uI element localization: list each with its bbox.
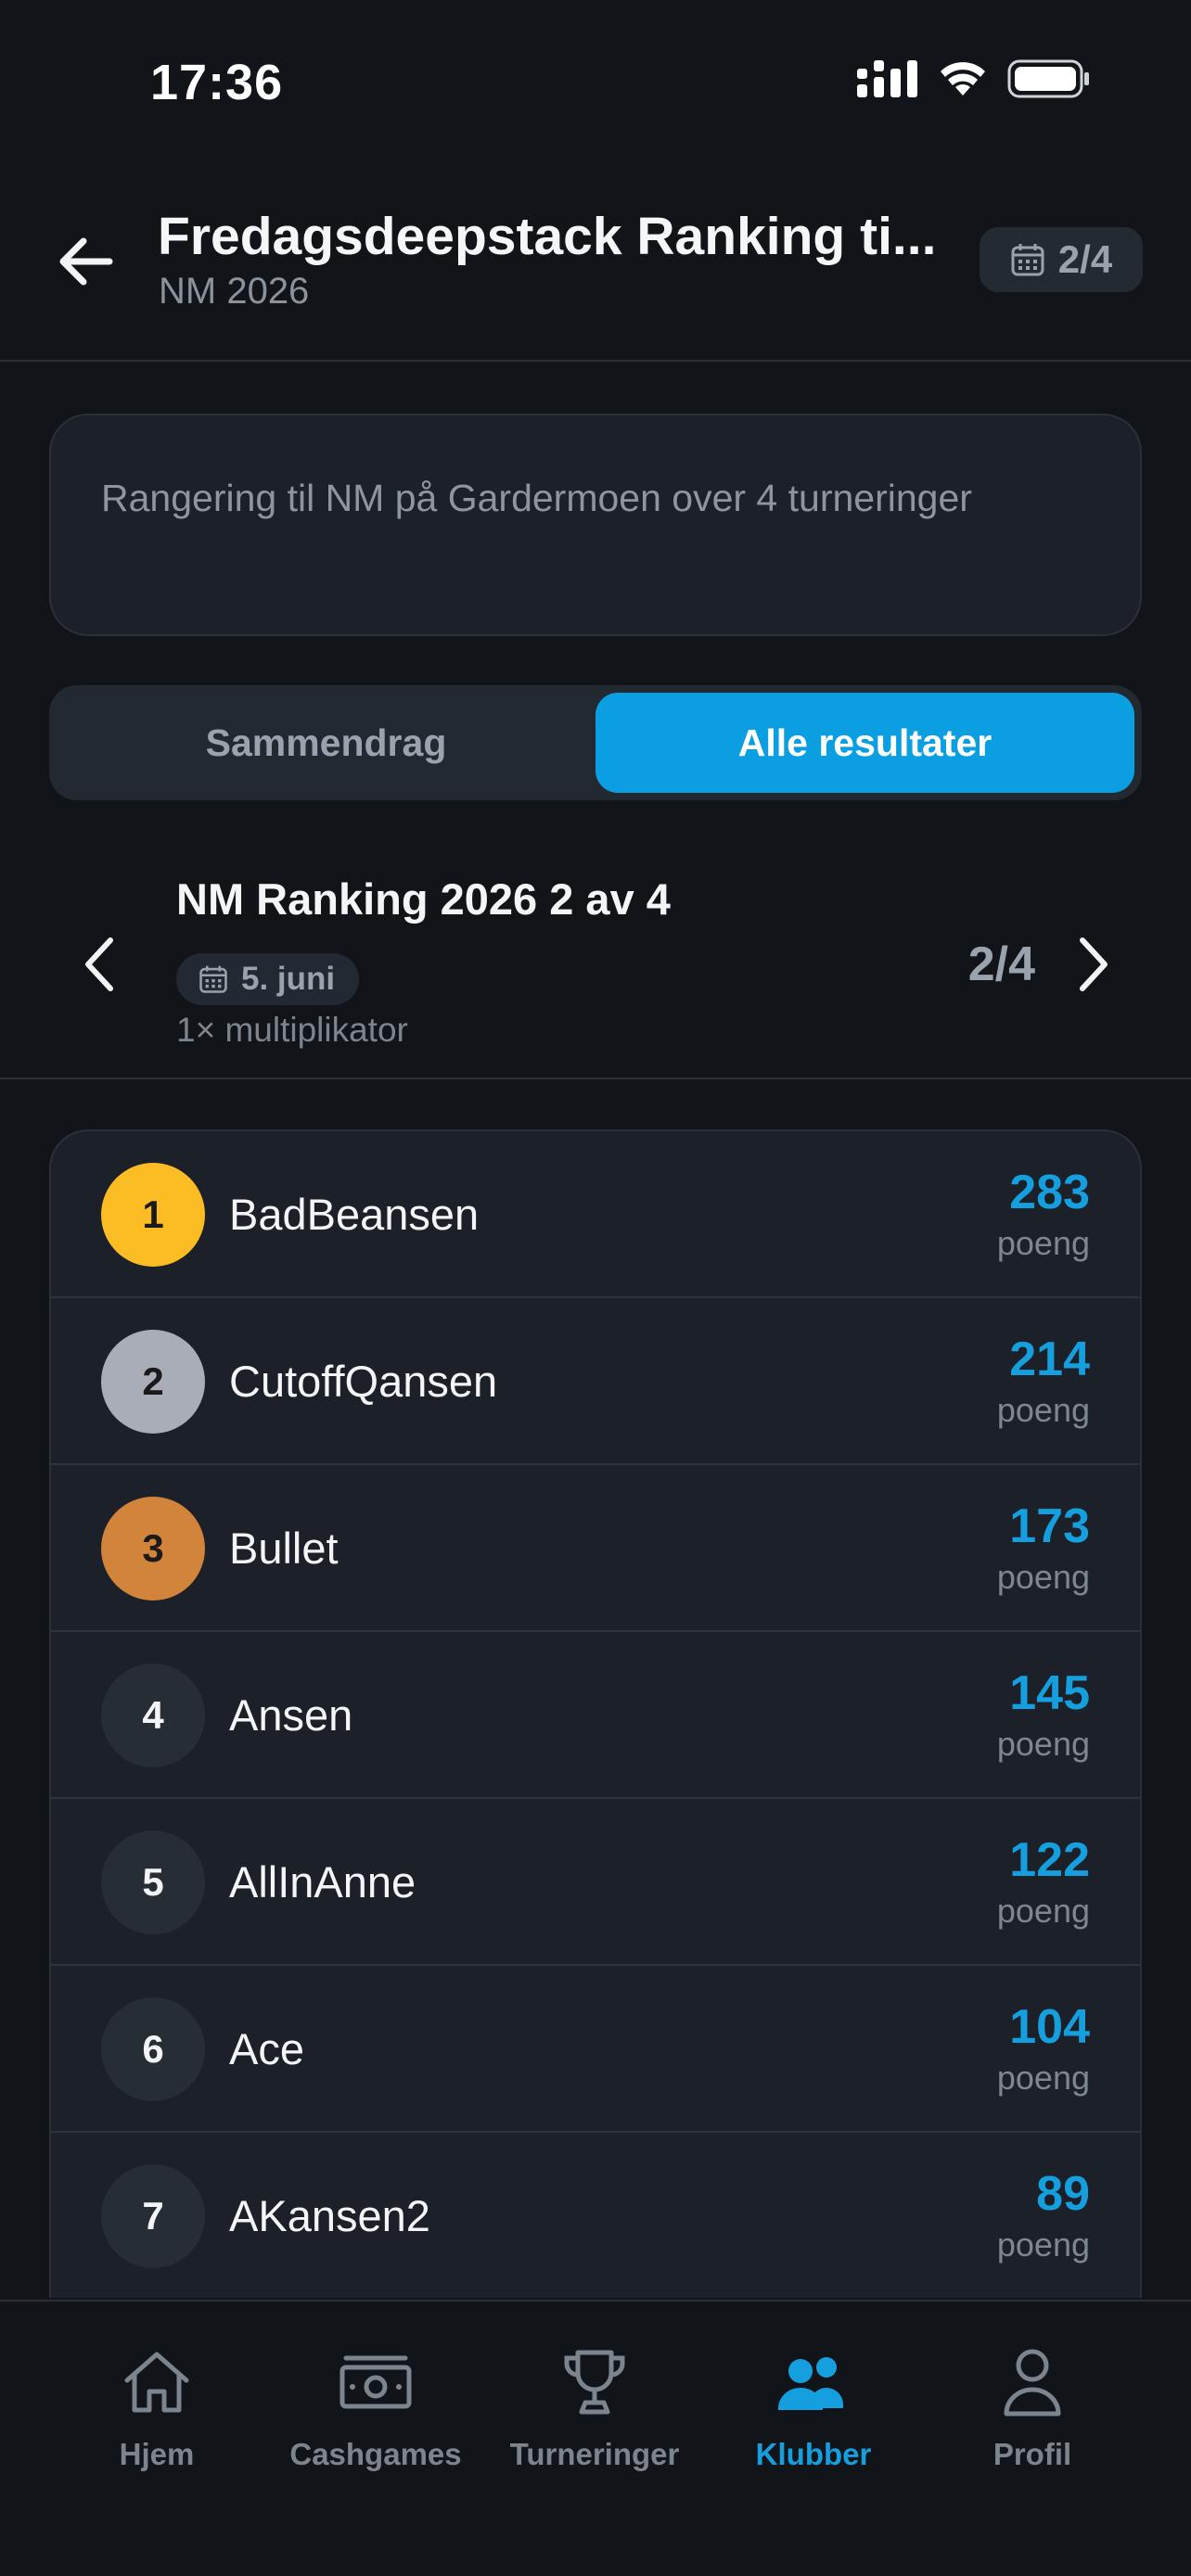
chevron-left-icon	[85, 937, 113, 991]
rank-badge: 3	[101, 1497, 205, 1600]
tab-label: Klubber	[755, 2437, 872, 2471]
points-label: poeng	[996, 1892, 1090, 1930]
trophy-icon	[564, 2350, 625, 2415]
tab-label: Profil	[992, 2437, 1072, 2471]
player-name: AKansen2	[229, 2191, 430, 2240]
wifi-icon	[941, 62, 985, 96]
page-title: Fredagsdeepstack Ranking ti...	[158, 207, 937, 266]
page-subtitle: NM 2026	[159, 271, 310, 312]
round-badge: 2/4	[980, 227, 1143, 292]
calendar-icon	[1011, 244, 1044, 276]
points-label: poeng	[996, 1224, 1090, 1262]
round-date: 5. juni	[241, 961, 336, 997]
tab-label: Turneringer	[509, 2437, 680, 2471]
status-bar: 17:36	[0, 0, 1191, 167]
date-chip: 5. juni	[176, 953, 360, 1005]
status-time: 17:36	[150, 55, 284, 110]
back-button[interactable]	[46, 223, 124, 300]
player-name: AllInAnne	[229, 1857, 416, 1906]
tab-clubs[interactable]: Klubber	[707, 2340, 920, 2489]
tab-all-results[interactable]: Alle resultater	[596, 693, 1134, 793]
player-points: 283	[1009, 1166, 1090, 1219]
battery-icon	[1007, 59, 1089, 98]
previous-round-button[interactable]	[67, 927, 132, 1001]
tab-summary[interactable]: Sammendrag	[57, 693, 596, 793]
player-name: BadBeansen	[229, 1190, 480, 1239]
description-card: Rangering til NM på Gardermoen over 4 tu…	[49, 414, 1142, 636]
rank-badge: 6	[101, 1997, 205, 2101]
points-label: poeng	[996, 1558, 1090, 1596]
points-label: poeng	[996, 2059, 1090, 2097]
player-points: 104	[1009, 2000, 1090, 2054]
player-name: Bullet	[229, 1524, 339, 1573]
result-row[interactable]: 4 Ansen 145 poeng	[51, 1632, 1140, 1799]
cash-icon	[339, 2355, 412, 2409]
result-row[interactable]: 3 Bullet 173 poeng	[51, 1465, 1140, 1632]
tab-home[interactable]: Hjem	[50, 2340, 263, 2489]
rank-badge: 4	[101, 1664, 205, 1767]
rank-badge: 1	[101, 1163, 205, 1267]
rank-badge: 7	[101, 2164, 205, 2268]
player-points: 145	[1009, 1666, 1090, 1720]
results-list: 1 BadBeansen 283 poeng 2 CutoffQansen 21…	[49, 1129, 1142, 2298]
description-text: Rangering til NM på Gardermoen over 4 tu…	[101, 477, 972, 519]
tab-tournaments[interactable]: Turneringer	[488, 2340, 701, 2489]
rank-badge: 2	[101, 1330, 205, 1434]
player-points: 214	[1009, 1333, 1090, 1386]
bottom-tab-bar: Hjem Cashgames Turneringer Klubber Profi…	[0, 2300, 1191, 2576]
status-icons	[857, 59, 1091, 98]
points-label: poeng	[996, 1391, 1090, 1429]
round-badge-text: 2/4	[1057, 237, 1113, 281]
player-points: 173	[1009, 1499, 1090, 1553]
cellular-signal-icon	[857, 60, 917, 97]
result-row[interactable]: 1 BadBeansen 283 poeng	[51, 1131, 1140, 1298]
result-row[interactable]: 7 AKansen2 89 poeng	[51, 2133, 1140, 2298]
tab-label: Cashgames	[289, 2437, 462, 2471]
people-icon	[778, 2357, 843, 2410]
tab-label: Hjem	[119, 2437, 195, 2471]
round-counter: 2/4	[967, 937, 1035, 991]
segmented-control: Sammendrag Alle resultater	[49, 685, 1142, 800]
result-row[interactable]: 6 Ace 104 poeng	[51, 1966, 1140, 2133]
arrow-left-icon	[59, 237, 113, 286]
player-name: Ace	[229, 2024, 304, 2073]
person-icon	[1004, 2349, 1061, 2417]
player-name: Ansen	[229, 1690, 353, 1740]
tab-cashgames[interactable]: Cashgames	[269, 2340, 482, 2489]
home-icon	[124, 2352, 189, 2413]
calendar-icon	[199, 965, 227, 993]
player-name: CutoffQansen	[229, 1357, 498, 1406]
chevron-right-icon	[1080, 937, 1108, 991]
points-label: poeng	[996, 1725, 1090, 1763]
player-points: 89	[1036, 2167, 1090, 2221]
round-navigator: NM Ranking 2026 2 av 4 5. juni 1× multip…	[0, 853, 1191, 1079]
round-multiplier: 1× multiplikator	[176, 1011, 408, 1049]
result-row[interactable]: 2 CutoffQansen 214 poeng	[51, 1298, 1140, 1465]
round-name: NM Ranking 2026 2 av 4	[176, 874, 671, 924]
player-points: 122	[1009, 1833, 1090, 1887]
rank-badge: 5	[101, 1830, 205, 1934]
next-round-button[interactable]	[1061, 927, 1126, 1001]
tab-profile[interactable]: Profil	[926, 2340, 1139, 2489]
result-row[interactable]: 5 AllInAnne 122 poeng	[51, 1799, 1140, 1966]
points-label: poeng	[996, 2225, 1090, 2264]
header: Fredagsdeepstack Ranking ti... NM 2026 2…	[0, 167, 1191, 362]
